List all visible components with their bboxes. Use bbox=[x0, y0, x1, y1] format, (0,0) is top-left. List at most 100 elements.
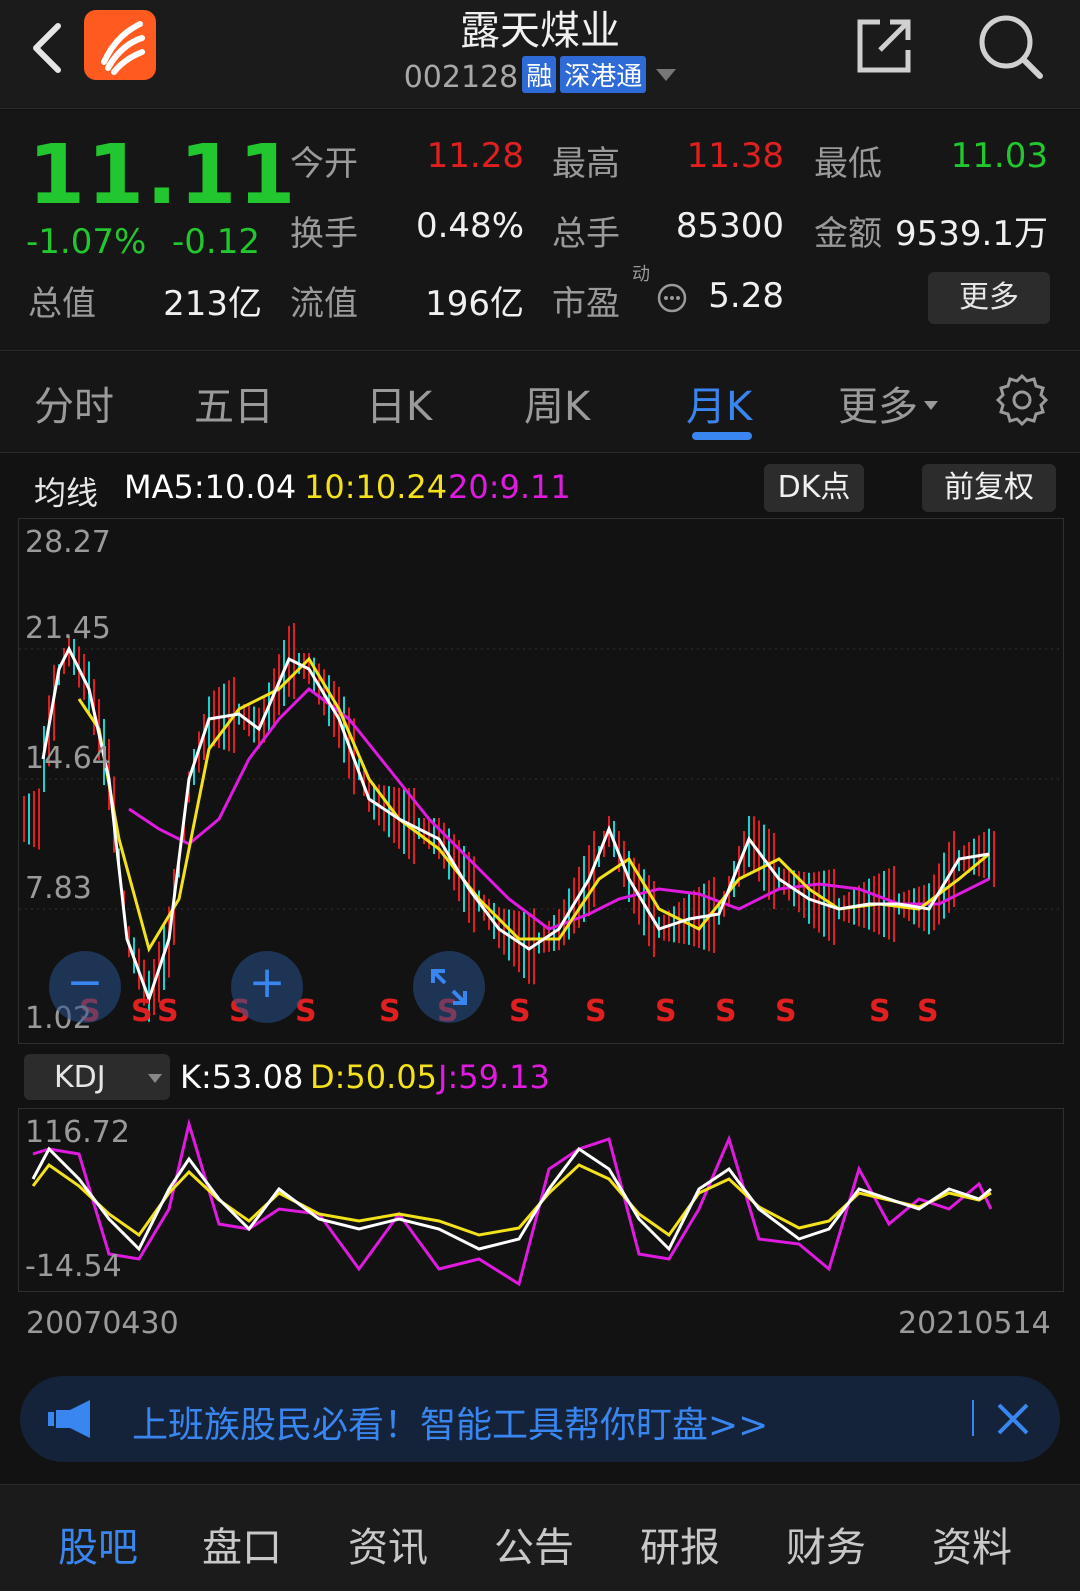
open-label: 今开 bbox=[290, 144, 358, 184]
tab-orderbook[interactable]: 盘口 bbox=[202, 1515, 282, 1573]
sell-signal-marker: S bbox=[509, 994, 531, 1029]
bottom-tabs: 股吧 盘口 资讯 公告 研报 财务 资料 bbox=[0, 1484, 1080, 1591]
tab-daily-k[interactable]: 日K bbox=[366, 374, 432, 432]
kdj-y-bottom: -14.54 bbox=[25, 1249, 122, 1284]
market-cap-label: 总值 bbox=[28, 284, 96, 324]
kline-chart[interactable]: SSSSSSSSSSSSSS 28.27 21.45 14.64 7.83 1.… bbox=[18, 518, 1064, 1044]
margin-tag: 融 bbox=[522, 56, 557, 93]
ma20-value: 20:9.11 bbox=[448, 468, 571, 506]
expand-icon bbox=[431, 969, 467, 1005]
zoom-in-label: + bbox=[248, 957, 286, 1008]
banner-divider bbox=[972, 1400, 974, 1436]
change-percent: -1.07% bbox=[26, 222, 147, 262]
last-price: 11.11 bbox=[28, 128, 298, 223]
candle bbox=[23, 796, 25, 842]
candle bbox=[33, 791, 35, 847]
fullscreen-button[interactable] bbox=[413, 951, 485, 1023]
sell-signal-marker: S bbox=[157, 994, 179, 1029]
more-options-icon[interactable] bbox=[656, 282, 688, 314]
caret-down-icon bbox=[924, 401, 938, 410]
kdj-k-line bbox=[31, 1146, 992, 1252]
start-date: 20070430 bbox=[26, 1306, 179, 1341]
megaphone-icon bbox=[48, 1400, 90, 1438]
tab-more[interactable]: 更多 bbox=[838, 374, 938, 432]
tab-financials[interactable]: 财务 bbox=[786, 1515, 866, 1573]
sell-signal-marker: S bbox=[379, 994, 401, 1029]
sell-signal-marker: S bbox=[585, 994, 607, 1029]
pe-label: 市盈 bbox=[552, 284, 620, 324]
top-bar: 露天煤业 002128 融深港通 bbox=[0, 0, 1080, 109]
dk-point-button[interactable]: DK点 bbox=[764, 464, 864, 512]
high-value: 11.38 bbox=[686, 136, 784, 176]
ma-label: 均线 bbox=[34, 474, 99, 512]
caret-down-icon bbox=[148, 1074, 162, 1083]
tab-five-day[interactable]: 五日 bbox=[194, 374, 274, 432]
end-date: 20210514 bbox=[898, 1306, 1051, 1341]
kdj-k-value: K:53.08 bbox=[180, 1058, 304, 1096]
tab-more-label: 更多 bbox=[838, 384, 918, 430]
y-label-3: 14.64 bbox=[25, 741, 111, 776]
sell-signal-marker: S bbox=[655, 994, 677, 1029]
sell-signal-marker: S bbox=[869, 994, 891, 1029]
turnover-label: 换手 bbox=[290, 214, 358, 254]
active-tab-indicator bbox=[692, 432, 752, 440]
zoom-out-button[interactable]: − bbox=[49, 951, 121, 1023]
candle bbox=[38, 788, 40, 850]
tab-forum[interactable]: 股吧 bbox=[58, 1515, 138, 1573]
ma-legend: 均线 MA5:10.04 10:10.24 20:9.11 DK点 前复权 bbox=[0, 458, 1080, 514]
stock-code-line[interactable]: 002128 融深港通 bbox=[0, 56, 1080, 95]
candle bbox=[993, 831, 995, 887]
adjust-button[interactable]: 前复权 bbox=[922, 464, 1056, 512]
float-cap-value: 196亿 bbox=[425, 284, 524, 324]
sell-signal-marker: S bbox=[775, 994, 797, 1029]
ma10-value: 10:10.24 bbox=[304, 468, 448, 506]
sell-signal-marker: S bbox=[917, 994, 939, 1029]
float-cap-label: 流值 bbox=[290, 284, 358, 324]
tab-profile[interactable]: 资料 bbox=[932, 1515, 1012, 1573]
kdj-d-value: D:50.05 bbox=[310, 1058, 438, 1096]
tab-weekly-k[interactable]: 周K bbox=[524, 374, 590, 432]
chevron-down-icon[interactable] bbox=[656, 69, 677, 81]
tab-news[interactable]: 资讯 bbox=[348, 1515, 428, 1573]
zoom-out-label: − bbox=[66, 957, 104, 1008]
kdj-plot bbox=[31, 1118, 993, 1287]
stock-code: 002128 bbox=[403, 60, 519, 95]
kdj-chart[interactable]: 116.72 -14.54 bbox=[18, 1108, 1064, 1292]
low-value: 11.03 bbox=[950, 136, 1048, 176]
volume-value: 85300 bbox=[675, 206, 784, 246]
zoom-in-button[interactable]: + bbox=[231, 951, 303, 1023]
stock-name: 露天煤业 bbox=[460, 8, 620, 54]
more-button[interactable]: 更多 bbox=[928, 272, 1050, 324]
sell-signal-marker: S bbox=[715, 994, 737, 1029]
banner-text: 上班族股民必看！智能工具帮你盯盘>> bbox=[132, 1405, 769, 1446]
open-value: 11.28 bbox=[426, 136, 524, 176]
ma5-value: MA5:10.04 bbox=[124, 468, 297, 506]
indicator-selector[interactable]: KDJ bbox=[24, 1054, 170, 1100]
pe-superscript: 动 bbox=[632, 264, 650, 285]
turnover-value: 0.48% bbox=[415, 206, 524, 246]
tab-announcements[interactable]: 公告 bbox=[494, 1515, 574, 1573]
quote-panel: 11.11 -1.07% -0.12 今开 11.28 最高 11.38 最低 … bbox=[0, 110, 1080, 351]
tab-research[interactable]: 研报 bbox=[640, 1515, 720, 1573]
search-icon[interactable] bbox=[976, 12, 1046, 82]
amount-value: 9539.1万 bbox=[895, 214, 1048, 254]
amount-label: 金额 bbox=[814, 214, 882, 254]
y-label-top: 28.27 bbox=[25, 525, 111, 560]
connect-tag: 深港通 bbox=[560, 56, 647, 93]
kdj-y-top: 116.72 bbox=[25, 1115, 130, 1150]
kdj-legend: KDJ K:53.08 D:50.05 J:59.13 bbox=[0, 1050, 1080, 1102]
y-label-4: 7.83 bbox=[25, 871, 92, 906]
tab-monthly-k[interactable]: 月K bbox=[686, 374, 752, 432]
close-icon[interactable] bbox=[996, 1402, 1030, 1436]
promo-banner[interactable]: 上班族股民必看！智能工具帮你盯盘>> bbox=[20, 1376, 1060, 1462]
gear-icon[interactable] bbox=[996, 374, 1048, 426]
y-label-2: 21.45 bbox=[25, 611, 111, 646]
market-cap-value: 213亿 bbox=[163, 284, 262, 324]
change-amount: -0.12 bbox=[172, 222, 260, 262]
sell-signal-marker: S bbox=[131, 994, 153, 1029]
low-label: 最低 bbox=[814, 144, 882, 184]
kdj-j-value: J:59.13 bbox=[438, 1058, 550, 1096]
share-icon[interactable] bbox=[854, 14, 916, 76]
tab-intraday[interactable]: 分时 bbox=[34, 374, 114, 432]
pe-value: 5.28 bbox=[708, 276, 784, 316]
